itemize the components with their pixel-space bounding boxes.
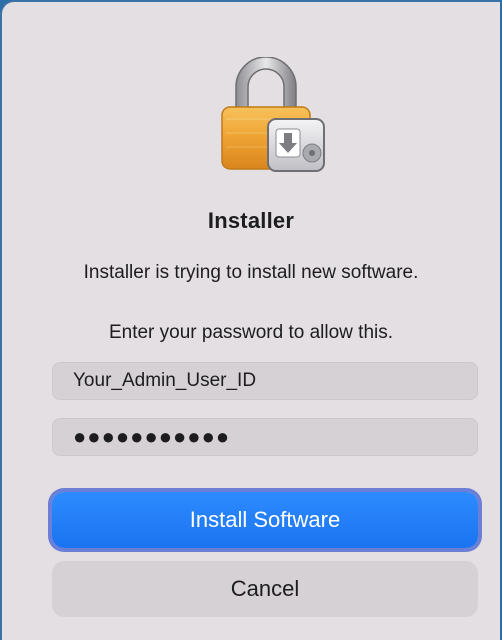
password-field[interactable]: ●●●●●●●●●●● [52, 418, 478, 456]
install-software-button[interactable]: Install Software [52, 492, 478, 548]
password-prompt: Enter your password to allow this. [108, 322, 394, 343]
username-field[interactable] [52, 362, 478, 400]
installer-dialog: Installer Installer is trying to install… [0, 0, 500, 640]
cancel-button[interactable]: Cancel [52, 561, 478, 617]
dialog-message: Installer is trying to install new softw… [83, 262, 419, 283]
dialog-title: Installer [207, 208, 295, 233]
lock-installer-icon [221, 57, 325, 172]
